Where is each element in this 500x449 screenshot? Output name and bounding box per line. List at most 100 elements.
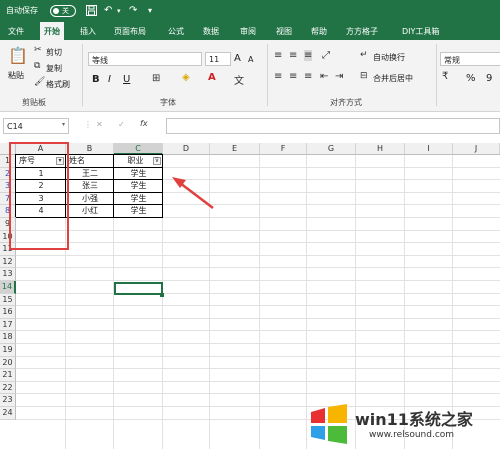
tab-diy-toolbox[interactable]: DIY工具箱: [402, 26, 439, 37]
name-box-dropdown-icon[interactable]: ▾: [62, 121, 65, 128]
align-top-icon[interactable]: ≡: [274, 50, 282, 61]
borders-icon[interactable]: ⊞: [152, 73, 160, 84]
font-color-icon[interactable]: A: [208, 72, 216, 83]
row-header[interactable]: 19: [0, 344, 16, 357]
cancel-icon[interactable]: ✕: [96, 120, 103, 129]
column-header[interactable]: I: [405, 143, 453, 155]
font-size-select[interactable]: 11: [205, 52, 231, 66]
customize-toolbar-icon[interactable]: ▾: [148, 6, 152, 15]
column-header[interactable]: J: [453, 143, 500, 155]
paste-label[interactable]: 粘贴: [8, 70, 24, 81]
column-header[interactable]: H: [356, 143, 405, 155]
table-header-cell[interactable]: 姓名: [66, 155, 114, 167]
undo-dropdown-icon[interactable]: ▾: [117, 7, 121, 15]
font-name-value: 等线: [92, 56, 108, 65]
filter-applied-icon[interactable]: ⊽: [153, 157, 161, 165]
watermark: win11系统之家 www.relsound.com: [307, 400, 500, 449]
tab-file[interactable]: 文件: [8, 26, 24, 37]
autosave-toggle[interactable]: 关: [50, 5, 76, 17]
active-cell-c14[interactable]: [114, 282, 163, 295]
save-icon[interactable]: [86, 5, 97, 19]
percent-button[interactable]: %: [466, 73, 476, 84]
row-header[interactable]: 15: [0, 293, 16, 307]
column-header[interactable]: E: [210, 143, 260, 155]
table-cell[interactable]: 学生: [114, 193, 163, 205]
font-name-select[interactable]: 等线: [88, 52, 202, 66]
cut-icon[interactable]: ✂: [34, 45, 42, 55]
table-border: [162, 154, 163, 217]
row-header[interactable]: 14: [0, 281, 16, 294]
row-header[interactable]: 12: [0, 255, 16, 269]
row-header[interactable]: 16: [0, 306, 16, 319]
title-bar: 自动保存 关 ↶ ▾ ↷ ▾: [0, 0, 500, 22]
table-cell[interactable]: 张三: [66, 180, 114, 192]
decrease-font-button[interactable]: A: [248, 55, 253, 64]
table-cell[interactable]: 学生: [114, 205, 163, 217]
wrap-text-button[interactable]: 自动换行: [373, 52, 405, 63]
currency-icon[interactable]: ₹: [442, 71, 448, 82]
tab-review[interactable]: 审阅: [240, 26, 256, 37]
row-header[interactable]: 17: [0, 318, 16, 332]
separator: [436, 44, 437, 106]
row-header[interactable]: 21: [0, 369, 16, 382]
separator: [267, 44, 268, 106]
cut-label[interactable]: 剪切: [46, 47, 62, 58]
format-painter-icon[interactable]: 🖌: [34, 77, 45, 87]
formula-input[interactable]: [166, 118, 500, 134]
row-header[interactable]: 24: [0, 407, 16, 420]
table-cell[interactable]: 学生: [114, 168, 163, 180]
phonetic-icon[interactable]: 文: [234, 72, 244, 87]
merge-icon[interactable]: ⊟: [360, 71, 368, 81]
undo-icon[interactable]: ↶: [104, 5, 112, 16]
format-painter-label[interactable]: 格式刷: [46, 79, 70, 90]
column-header[interactable]: D: [163, 143, 210, 155]
ribbon-tabs: 文件 开始 插入 页面布局 公式 数据 审阅 视图 帮助 方方格子 DIY工具箱: [0, 22, 500, 40]
watermark-brand: win11系统之家: [355, 410, 473, 429]
number-format-select[interactable]: 常规: [440, 52, 500, 66]
row-header[interactable]: 20: [0, 356, 16, 370]
align-right-icon[interactable]: ≡: [304, 71, 312, 82]
merge-center-button[interactable]: 合并后居中: [373, 73, 413, 84]
row-gridline: [16, 393, 500, 395]
row-header[interactable]: 13: [0, 268, 16, 281]
tab-view[interactable]: 视图: [276, 26, 292, 37]
align-center-icon[interactable]: ≡: [289, 71, 297, 82]
tab-home[interactable]: 开始: [40, 22, 64, 40]
table-cell[interactable]: 王二: [66, 168, 114, 180]
tab-formulas[interactable]: 公式: [168, 26, 184, 37]
comma-button[interactable]: 9: [486, 73, 492, 84]
row-header[interactable]: 18: [0, 331, 16, 344]
redo-icon[interactable]: ↷: [129, 5, 137, 16]
align-left-icon[interactable]: ≡: [274, 71, 282, 82]
row-header[interactable]: 22: [0, 381, 16, 395]
table-cell[interactable]: 学生: [114, 180, 163, 192]
tab-fangfang[interactable]: 方方格子: [346, 26, 378, 37]
row-header[interactable]: 23: [0, 394, 16, 407]
fill-handle[interactable]: [160, 293, 164, 297]
insert-function-button[interactable]: fx: [140, 119, 148, 128]
table-cell[interactable]: 小红: [66, 205, 114, 217]
decrease-indent-icon[interactable]: ⇤: [320, 71, 328, 82]
paste-icon[interactable]: 📋: [8, 46, 28, 65]
table-cell[interactable]: 小强: [66, 193, 114, 205]
orientation-icon[interactable]: ⤢: [322, 50, 330, 61]
column-header[interactable]: F: [260, 143, 307, 155]
tab-help[interactable]: 帮助: [311, 26, 327, 37]
wrap-text-icon[interactable]: ↵: [360, 50, 368, 60]
bold-button[interactable]: B: [92, 74, 100, 85]
align-bottom-icon[interactable]: ≡: [304, 50, 313, 61]
increase-font-button[interactable]: A: [234, 53, 241, 64]
align-middle-icon[interactable]: ≡: [289, 50, 297, 61]
copy-label[interactable]: 复制: [46, 63, 62, 74]
column-header[interactable]: G: [307, 143, 356, 155]
enter-icon[interactable]: ✓: [118, 120, 125, 129]
name-box[interactable]: C14: [3, 118, 69, 134]
tab-insert[interactable]: 插入: [80, 26, 96, 37]
italic-button[interactable]: I: [108, 74, 111, 85]
underline-button[interactable]: U: [123, 74, 130, 85]
tab-page-layout[interactable]: 页面布局: [114, 26, 146, 37]
tab-data[interactable]: 数据: [203, 26, 219, 37]
fill-color-icon[interactable]: ◈: [182, 72, 190, 83]
increase-indent-icon[interactable]: ⇥: [335, 71, 343, 82]
copy-icon[interactable]: ⧉: [34, 61, 40, 71]
